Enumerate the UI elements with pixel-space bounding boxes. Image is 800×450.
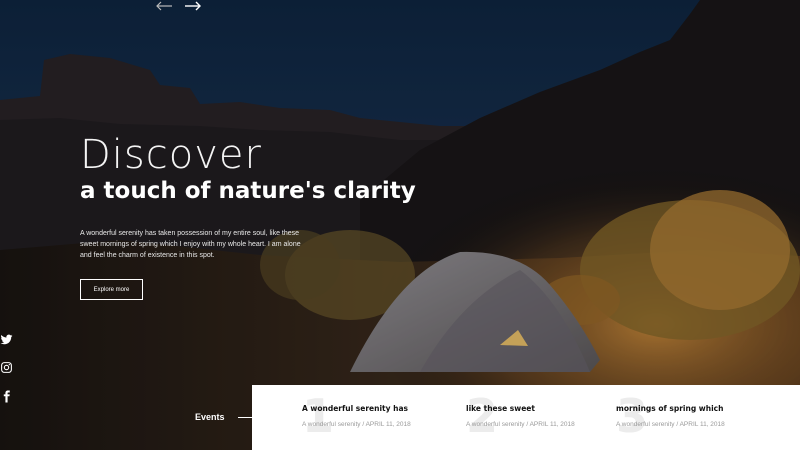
arrow-left-icon[interactable] (155, 0, 173, 12)
hero-text-block: Discover a touch of nature's clarity A w… (80, 132, 416, 261)
event-number: 1 (302, 389, 335, 443)
facebook-icon[interactable] (0, 390, 13, 403)
hero-title-light: Discover (80, 132, 262, 178)
event-meta: A wonderful serenity / APRIL 11, 2018 (302, 421, 411, 428)
event-title[interactable]: like these sweet (466, 404, 586, 413)
event-meta: A wonderful serenity / APRIL 11, 2018 (616, 421, 725, 428)
event-number: 3 (616, 389, 649, 443)
hero-description: A wonderful serenity has taken possessio… (80, 230, 301, 259)
hero-section: Discover a touch of nature's clarity A w… (0, 0, 800, 450)
instagram-icon[interactable] (0, 361, 13, 374)
event-meta: A wonderful serenity / APRIL 11, 2018 (466, 421, 575, 428)
events-panel: 1 A wonderful serenity has A wonderful s… (252, 385, 800, 450)
event-number: 2 (466, 389, 499, 443)
event-title[interactable]: A wonderful serenity has (302, 404, 422, 413)
events-label: Events (195, 412, 225, 422)
event-title[interactable]: mornings of spring which (616, 404, 736, 413)
hero-title-bold: a touch of nature's clarity (80, 178, 416, 204)
twitter-icon[interactable] (0, 333, 13, 346)
arrow-right-icon[interactable] (184, 0, 202, 12)
explore-more-button[interactable]: Explore more (80, 279, 143, 300)
